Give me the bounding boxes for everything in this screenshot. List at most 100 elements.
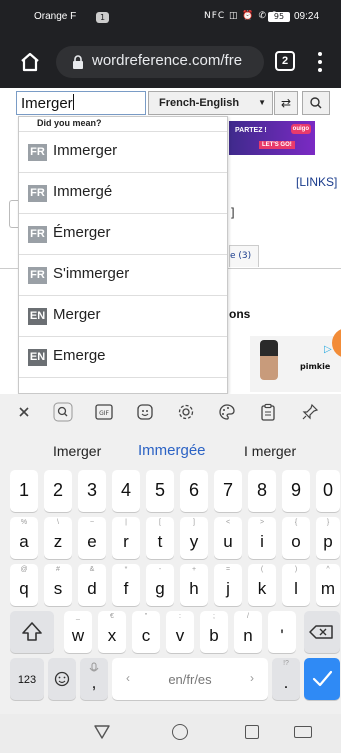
key-f[interactable]: * f	[112, 564, 140, 606]
backspace-key[interactable]	[304, 611, 340, 653]
chevron-right-icon: ›	[250, 671, 254, 685]
key-u[interactable]: < u	[214, 517, 242, 559]
lock-icon	[73, 55, 83, 69]
overflow-menu-icon[interactable]	[316, 50, 324, 74]
close-icon[interactable]	[14, 402, 34, 422]
word-suggestion-center[interactable]: Immergée	[138, 442, 206, 459]
key-d[interactable]: & d	[78, 564, 106, 606]
enter-key[interactable]	[304, 658, 340, 700]
ouigo-ad-banner[interactable]: PARTEZ ! LET'S GO! ouigo	[229, 121, 315, 155]
key-6[interactable]: 6	[180, 470, 208, 512]
key-s[interactable]: # s	[44, 564, 72, 606]
word-suggestion-bar: Imerger Immergée I merger	[0, 434, 341, 468]
period-key[interactable]: !?.	[272, 658, 300, 700]
word-suggestion-left[interactable]: Imerger	[53, 443, 101, 459]
emoji-key[interactable]	[48, 658, 76, 700]
key-m[interactable]: ^ m	[316, 564, 340, 606]
key-z[interactable]: \ z	[44, 517, 72, 559]
suggestion-item-partial[interactable]	[19, 377, 227, 393]
shift-key[interactable]	[10, 611, 54, 653]
soft-keyboard: GIF Imerger Immergée I merger 1 2 3 4 5 …	[0, 394, 341, 714]
tab-switcher-button[interactable]: 2	[275, 51, 295, 71]
address-bar[interactable]: wordreference.com/fre	[56, 46, 264, 78]
key-x[interactable]: € x	[98, 611, 126, 653]
key-8[interactable]: 8	[248, 470, 276, 512]
search-button[interactable]	[302, 91, 330, 115]
lang-badge: FR	[28, 185, 47, 202]
key-n[interactable]: / n	[234, 611, 262, 653]
search-icon[interactable]	[53, 402, 73, 422]
suggestion-item[interactable]: FR S'immerger	[19, 254, 227, 295]
page-tab-fragment[interactable]: e (3)	[229, 245, 259, 267]
lang-badge: FR	[28, 226, 47, 243]
key-i[interactable]: > i	[248, 517, 276, 559]
key-b[interactable]: ; b	[200, 611, 228, 653]
key-l[interactable]: ) l	[282, 564, 310, 606]
key-e[interactable]: ~ e	[78, 517, 106, 559]
key-2[interactable]: 2	[44, 470, 72, 512]
suggestion-item[interactable]: FR Immerger	[19, 131, 227, 172]
recent-apps-icon[interactable]	[245, 725, 259, 739]
chevron-left-icon: ‹	[126, 671, 130, 685]
links-link[interactable]: [LINKS]	[296, 175, 337, 189]
pin-icon[interactable]	[300, 402, 320, 422]
key-o[interactable]: {o	[282, 517, 310, 559]
gear-icon[interactable]	[176, 402, 196, 422]
suggestion-item[interactable]: EN Merger	[19, 295, 227, 336]
section-heading-fragment: ons	[229, 307, 251, 321]
ad-line2: LET'S GO!	[259, 141, 295, 149]
search-input[interactable]: Imerger	[16, 91, 146, 115]
key-c[interactable]: " c	[132, 611, 160, 653]
key-p[interactable]: } p	[316, 517, 340, 559]
sticker-icon[interactable]	[135, 402, 155, 422]
symbols-key[interactable]: 123	[10, 658, 44, 700]
sim-badge: 1	[96, 12, 109, 23]
gif-icon[interactable]: GIF	[94, 402, 114, 422]
key-3[interactable]: 3	[78, 470, 106, 512]
key-h[interactable]: + h	[180, 564, 208, 606]
suggestion-item[interactable]: FR Immergé	[19, 172, 227, 213]
search-icon	[310, 97, 322, 109]
suggestion-word: Émerger	[53, 224, 111, 241]
clipboard-icon[interactable]	[258, 402, 278, 422]
palette-icon[interactable]	[217, 402, 237, 422]
suggestion-word: Merger	[53, 306, 101, 323]
key-9[interactable]: 9	[282, 470, 310, 512]
back-triangle-icon[interactable]	[94, 725, 110, 739]
ad-play-icon: ▷	[324, 344, 332, 355]
key-t[interactable]: [t	[146, 517, 174, 559]
key-0[interactable]: 0	[316, 470, 340, 512]
suggestion-item[interactable]: FR Émerger	[19, 213, 227, 254]
comma-key[interactable]: ,	[80, 658, 108, 700]
swap-languages-button[interactable]: ⇄	[274, 91, 298, 115]
home-icon[interactable]	[18, 50, 42, 74]
key-r[interactable]: | r	[112, 517, 140, 559]
lang-badge: EN	[28, 349, 47, 366]
key-q[interactable]: @ q	[10, 564, 38, 606]
keyboard-switch-icon[interactable]	[294, 726, 312, 738]
key-a[interactable]: % a	[10, 517, 38, 559]
shift-icon	[22, 622, 42, 641]
key-v[interactable]: :v	[166, 611, 194, 653]
svg-text:GIF: GIF	[99, 410, 109, 417]
dictionary-label: French-English	[159, 97, 240, 109]
key-apostrophe[interactable]: '	[268, 611, 296, 653]
key-j[interactable]: = j	[214, 564, 242, 606]
pimkie-ad[interactable]: ▷ pimkie	[250, 336, 341, 392]
suggestion-item[interactable]: EN Emerge	[19, 336, 227, 377]
home-circle-icon[interactable]	[172, 724, 188, 740]
word-suggestion-right[interactable]: I merger	[244, 443, 296, 459]
key-g[interactable]: -g	[146, 564, 174, 606]
space-key[interactable]: en/fr/es ‹ ›	[112, 658, 268, 700]
backspace-icon	[309, 625, 333, 639]
dictionary-select[interactable]: French-English ▼	[148, 91, 273, 115]
key-4[interactable]: 4	[112, 470, 140, 512]
carrier-name: Orange F	[34, 11, 77, 22]
key-y[interactable]: ] y	[180, 517, 208, 559]
key-7[interactable]: 7	[214, 470, 242, 512]
key-k[interactable]: (k	[248, 564, 276, 606]
key-1[interactable]: 1	[10, 470, 38, 512]
suggestion-word: Immergé	[53, 183, 113, 200]
key-5[interactable]: 5	[146, 470, 174, 512]
key-w[interactable]: _ w	[64, 611, 92, 653]
